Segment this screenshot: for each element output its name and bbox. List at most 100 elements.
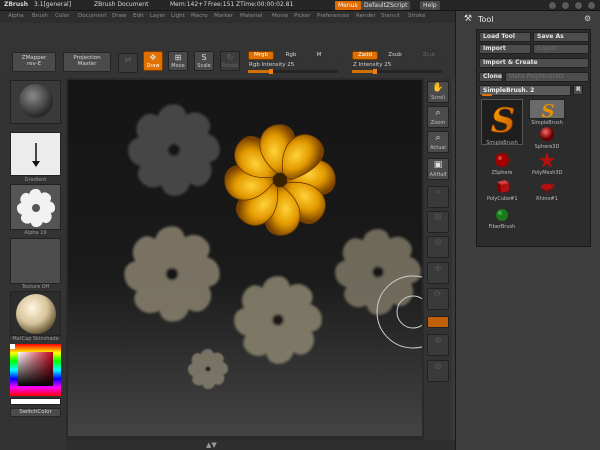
menu-alpha[interactable]: Alpha: [8, 13, 24, 19]
minimize-icon[interactable]: [548, 1, 557, 10]
menus-button[interactable]: Menus: [335, 1, 361, 10]
rgb-button[interactable]: Rgb: [278, 51, 304, 60]
rgb-intensity-slider[interactable]: [248, 69, 338, 74]
zsphere-tile[interactable]: ZSphere: [487, 152, 517, 176]
rotate-button[interactable]: ↻ Rotate: [220, 51, 240, 71]
title-bar: ZBrush 3.1[general] ZBrush Document Mem:…: [0, 0, 600, 11]
expand-bottom-icon[interactable]: ▲▼: [206, 441, 217, 449]
z-intensity-knob[interactable]: [373, 69, 377, 74]
menu-render[interactable]: Render: [356, 13, 376, 19]
fiberbrush-tile[interactable]: FiberBrush: [487, 206, 517, 230]
menu-color[interactable]: Color: [55, 13, 69, 19]
zadd-button[interactable]: Zadd: [352, 51, 378, 60]
simplebrush-tool-tile[interactable]: S SimpleBrush: [481, 99, 523, 146]
close-icon[interactable]: [587, 1, 596, 10]
persp-button[interactable]: ⚬: [427, 186, 449, 208]
scale-button[interactable]: S Scale: [194, 51, 214, 71]
menu-macro[interactable]: Macro: [191, 13, 208, 19]
menu-edit[interactable]: Edit: [133, 13, 144, 19]
actual-button[interactable]: ⌕ Actual: [427, 131, 449, 153]
fiber-icon: [496, 209, 508, 221]
z-intensity-slider[interactable]: [352, 69, 442, 74]
save-as-button[interactable]: Save As: [533, 32, 589, 42]
zoom-button[interactable]: ⌕ Zoom: [427, 106, 449, 128]
menu-stencil[interactable]: Stencil: [381, 13, 400, 19]
maximize-icon[interactable]: [561, 1, 570, 10]
mem-readout: Mem:142+7: [170, 1, 208, 8]
menu-stroke[interactable]: Stroke: [408, 13, 426, 19]
zmapper-rev-label: rev-E: [26, 61, 42, 67]
zsphere-icon: [495, 153, 509, 167]
scale-icon: S: [201, 53, 207, 62]
zsub-button[interactable]: Zsub: [382, 51, 408, 60]
export-button[interactable]: Export: [533, 44, 589, 54]
lightbox-button[interactable]: ⇄: [118, 53, 138, 73]
simplebrush-small-tile[interactable]: S SimpleBrush: [529, 99, 565, 126]
restore-icon[interactable]: [574, 1, 583, 10]
zsphere-label: ZSphere: [491, 170, 513, 176]
gradient-label: Gradient: [24, 177, 47, 183]
gold-swirl-stroke: [224, 124, 336, 236]
simplebrush-label: SimpleBrush: [486, 140, 518, 146]
projection-master-button[interactable]: Projection Master: [63, 52, 111, 72]
hand-icon: ✋: [432, 83, 444, 93]
move-view-button[interactable]: ⊕: [427, 334, 449, 356]
move-button[interactable]: ⊞ Move: [168, 51, 188, 71]
ztime-readout: ZTime:00:00:02.81: [236, 1, 294, 8]
current-tool-name: SimpleBrush. 2: [483, 87, 535, 94]
tool-palette-icon: ⚒: [464, 14, 473, 24]
switch-color-button[interactable]: SwitchColor: [10, 408, 61, 417]
help-button[interactable]: Help: [420, 1, 440, 10]
menu-document[interactable]: Document: [78, 13, 107, 19]
import-button[interactable]: Import: [479, 44, 531, 54]
polycube-tile[interactable]: PolyCube#1: [487, 178, 518, 202]
load-tool-button[interactable]: Load Tool: [479, 32, 531, 42]
scale-view-button[interactable]: ⊕: [427, 360, 449, 382]
palette-settings-icon[interactable]: ⚙: [584, 14, 591, 23]
color-picker[interactable]: [10, 344, 61, 396]
make-polymesh-button[interactable]: Make PolyMesh3D: [505, 72, 589, 82]
texture-thumbnail[interactable]: [10, 238, 61, 284]
floor-button[interactable]: ⊞: [427, 211, 449, 233]
rhino-tile[interactable]: Rhino#1: [532, 178, 562, 202]
menu-material[interactable]: Material: [240, 13, 262, 19]
local-button[interactable]: ⊛: [427, 236, 449, 258]
local-icon: ⊛: [434, 238, 442, 248]
brush-thumbnail[interactable]: [10, 80, 61, 124]
frame-button[interactable]: ⟳: [427, 288, 449, 310]
zoom-icon: ⌕: [435, 108, 441, 118]
menu-draw[interactable]: Draw: [112, 13, 126, 19]
polymesh3d-tile[interactable]: PolyMesh3D: [532, 152, 562, 176]
menu-brush[interactable]: Brush: [32, 13, 48, 19]
alpha-thumbnail[interactable]: [10, 184, 61, 230]
rgb-intensity-knob[interactable]: [269, 69, 273, 74]
stroke-thumbnail[interactable]: [10, 132, 61, 176]
draw-button[interactable]: ✥ Draw: [143, 51, 163, 71]
sphere3d-tile[interactable]: Sphere3D: [532, 126, 562, 150]
actual-size-icon: ⌕: [435, 133, 441, 143]
aahalf-button[interactable]: ▣ AAHalf: [427, 158, 449, 180]
secondary-color-swatch[interactable]: [10, 398, 61, 405]
menu-preferences[interactable]: Preferences: [317, 13, 349, 19]
scroll-button[interactable]: ✋ Scroll: [427, 81, 449, 103]
menu-marker[interactable]: Marker: [214, 13, 233, 19]
menu-light[interactable]: Light: [171, 13, 185, 19]
zcut-button[interactable]: Zcut: [418, 51, 440, 60]
zmapper-button[interactable]: ZMapper rev-E: [12, 52, 56, 72]
r-button[interactable]: R: [573, 85, 583, 95]
sphere-icon: [540, 127, 554, 141]
menu-movie[interactable]: Movie: [272, 13, 288, 19]
menu-picker[interactable]: Picker: [294, 13, 310, 19]
default-zscript-button[interactable]: DefaultZScript: [361, 1, 411, 10]
clone-button[interactable]: Clone: [479, 72, 503, 82]
document-canvas[interactable]: [68, 80, 422, 436]
import-create-button[interactable]: Import & Create: [479, 58, 589, 68]
current-tool-slider[interactable]: SimpleBrush. 2: [479, 85, 571, 96]
m-button[interactable]: M: [312, 51, 326, 60]
polyf-button[interactable]: [427, 316, 449, 328]
mrgb-button[interactable]: Mrgb: [248, 51, 274, 60]
xyz-button[interactable]: ✢: [427, 262, 449, 284]
material-thumbnail[interactable]: [10, 291, 61, 336]
menu-layer[interactable]: Layer: [150, 13, 165, 19]
z-intensity-label: Z Intensity 25: [352, 61, 442, 69]
